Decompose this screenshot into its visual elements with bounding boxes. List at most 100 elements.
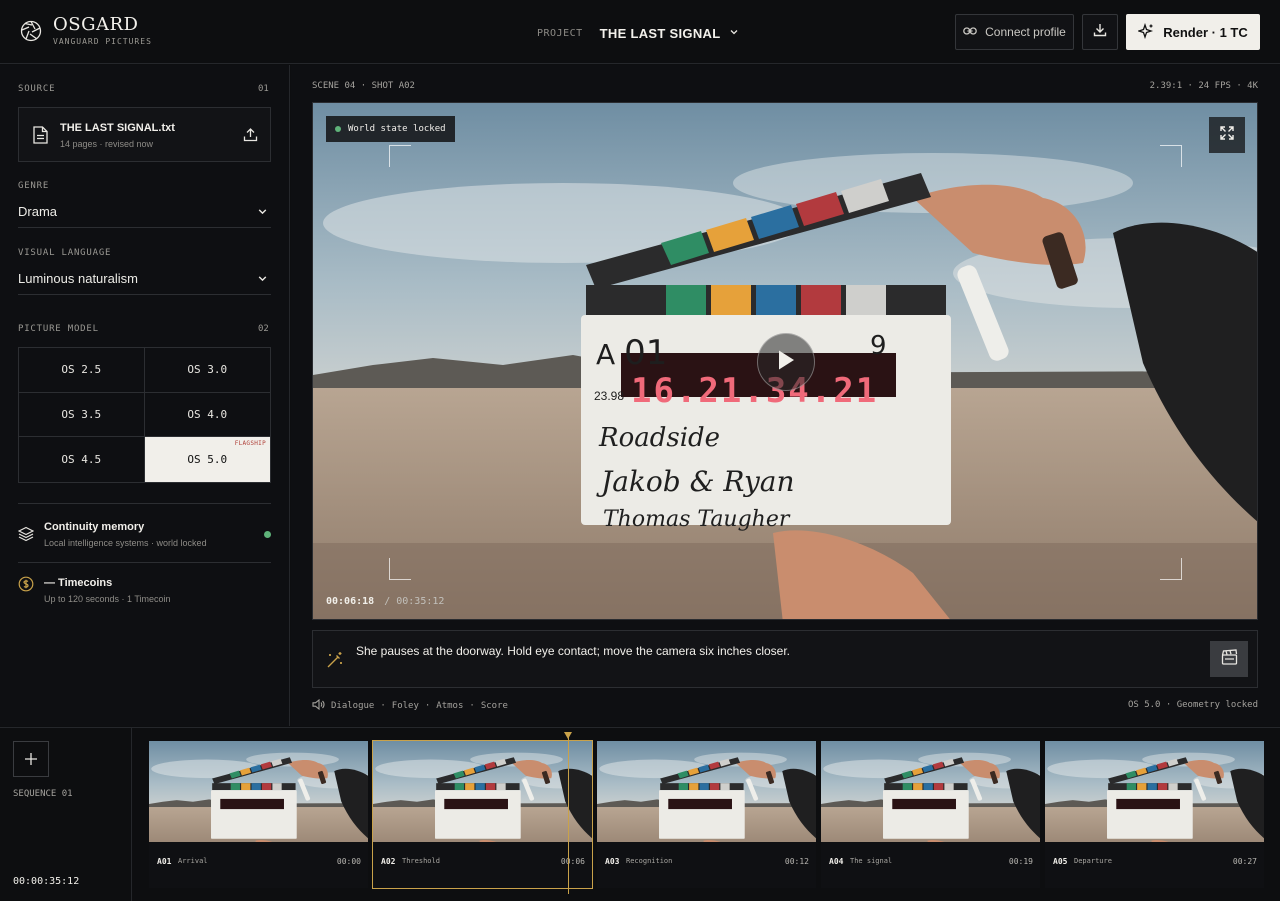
- frame-guide-corner: [1160, 558, 1182, 580]
- download-button[interactable]: [1082, 14, 1118, 50]
- video-viewer[interactable]: A 01 9 23.98 16.21.34.21 Roadside Jakob …: [312, 102, 1258, 620]
- clip-footer: A02 Threshold 00:06: [373, 842, 592, 888]
- visual-language-label: VISUAL LANGUAGE: [18, 248, 112, 258]
- clapper-roll: A: [596, 338, 616, 371]
- shot-prompt-input[interactable]: She pauses at the doorway. Hold eye cont…: [312, 630, 1258, 688]
- audio-track-foley[interactable]: Foley: [392, 701, 419, 711]
- link-icon: [963, 25, 977, 39]
- sequence-clip[interactable]: A05 Departure 00:27: [1045, 741, 1264, 888]
- speaker-icon: [312, 698, 325, 713]
- picture-model-label: PICTURE MODEL: [18, 324, 99, 334]
- sequence-sidebar: SEQUENCE 01 00:00:35:12: [0, 728, 132, 901]
- sparkle-icon: [1137, 22, 1154, 42]
- brand[interactable]: OSGARD VANGUARD PICTURES: [20, 15, 152, 46]
- sequence-total-time: 00:00:35:12: [13, 876, 80, 887]
- upload-icon[interactable]: [243, 127, 258, 147]
- audio-track-atmos[interactable]: Atmos: [436, 701, 463, 711]
- top-bar: OSGARD VANGUARD PICTURES PROJECT THE LAS…: [0, 0, 1280, 64]
- fullscreen-button[interactable]: [1209, 117, 1245, 153]
- model-option[interactable]: OS 4.0: [144, 393, 270, 438]
- clip-time: 00:12: [784, 857, 809, 866]
- timecoins-title: — Timecoins: [44, 577, 113, 589]
- chevron-down-icon: [257, 271, 268, 289]
- play-icon: [776, 349, 796, 376]
- frame-guide-corner: [1160, 145, 1182, 167]
- project-title: THE LAST SIGNAL: [599, 25, 721, 41]
- add-shot-button[interactable]: [13, 741, 49, 777]
- render-label: Render · 1 TC: [1163, 24, 1248, 40]
- clip-id: A04: [829, 857, 844, 866]
- playhead[interactable]: [564, 732, 572, 894]
- separator-dot: ·: [380, 701, 386, 711]
- clapperboard-icon: [1221, 648, 1238, 670]
- clip-footer: A01 Arrival 00:00: [149, 842, 368, 888]
- model-option[interactable]: OS 3.5: [19, 392, 145, 438]
- continuity-memory-subtitle: Local intelligence systems · world locke…: [44, 538, 207, 548]
- model-option-selected[interactable]: FLAGSHIP OS 5.0: [144, 437, 270, 482]
- format-specs: 2.39:1 · 24 FPS · 4K: [1149, 81, 1258, 91]
- separator-dot: ·: [424, 701, 431, 711]
- genre-select[interactable]: Drama: [18, 204, 271, 228]
- clip-time: 00:27: [1232, 857, 1257, 866]
- expand-icon: [1219, 125, 1235, 146]
- clip-footer: A03 Recognition 00:12: [597, 842, 816, 888]
- sequence-timeline: SEQUENCE 01 00:00:35:12 A01 Arrival 00:00 A…: [0, 727, 1280, 901]
- sequence-clip[interactable]: A03 Recognition 00:12: [597, 741, 816, 888]
- divider: [18, 562, 271, 563]
- chevron-down-icon: [257, 204, 268, 222]
- connect-profile-label: Connect profile: [985, 25, 1066, 39]
- playhead-handle-icon: [564, 732, 572, 739]
- project-label: PROJECT: [537, 27, 583, 39]
- clip-footer: A04 The signal 00:19: [821, 842, 1040, 888]
- model-option[interactable]: OS 4.5: [19, 437, 145, 482]
- clip-name: Arrival: [178, 857, 208, 865]
- audio-track-score[interactable]: Score: [481, 701, 508, 711]
- genre-label: GENRE: [18, 181, 50, 191]
- play-button[interactable]: [757, 333, 815, 391]
- clip-id: A02: [381, 857, 396, 866]
- download-icon: [1092, 22, 1108, 43]
- clip-thumbnail-image: [149, 741, 368, 862]
- clip-id: A03: [605, 857, 620, 866]
- status-dot-icon: [335, 126, 341, 132]
- clip-thumbnail-image: [1045, 741, 1264, 862]
- clapper-scene-text: A 01: [596, 333, 667, 373]
- separator-dot: ·: [469, 701, 475, 711]
- render-button[interactable]: Render · 1 TC: [1126, 14, 1260, 50]
- sequence-label: SEQUENCE 01: [13, 789, 73, 799]
- timecode-total: / 00:35:12: [384, 596, 445, 607]
- brand-name: OSGARD: [53, 14, 139, 35]
- model-option[interactable]: OS 2.5: [19, 348, 145, 393]
- sequence-clip[interactable]: A01 Arrival 00:00: [149, 741, 368, 888]
- source-section-label: SOURCE: [18, 84, 56, 94]
- brand-subtitle: VANGUARD PICTURES: [53, 37, 152, 46]
- flagship-badge: FLAGSHIP: [234, 440, 266, 448]
- clip-thumbnail-image: [597, 741, 816, 862]
- project-selector[interactable]: PROJECT THE LAST SIGNAL: [537, 24, 739, 42]
- settings-sidebar: SOURCE 01 THE LAST SIGNAL.txt 14 pages ·…: [0, 65, 290, 726]
- clip-thumbnail-image: [373, 741, 592, 862]
- model-option-selected-label: OS 5.0: [187, 453, 228, 467]
- visual-language-value: Luminous naturalism: [18, 271, 138, 286]
- visual-language-select[interactable]: Luminous naturalism: [18, 271, 271, 295]
- clip-time: 00:00: [336, 857, 361, 866]
- audio-tracks: Dialogue · Foley · Atmos · Score: [312, 698, 508, 713]
- sequence-clip[interactable]: A04 The signal 00:19: [821, 741, 1040, 888]
- sequence-clip[interactable]: A02 Threshold 00:06: [372, 740, 593, 889]
- timecode-current: 00:06:18: [326, 596, 375, 607]
- source-file-card[interactable]: THE LAST SIGNAL.txt 14 pages · revised n…: [18, 107, 271, 162]
- playback-timecode: 00:06:18 / 00:35:12: [326, 596, 444, 607]
- clapper-camera: Thomas Taugher: [603, 507, 790, 532]
- connect-profile-button[interactable]: Connect profile: [955, 14, 1074, 50]
- model-status: OS 5.0 · Geometry locked: [1127, 700, 1258, 710]
- audio-track-dialogue[interactable]: Dialogue: [331, 701, 374, 711]
- model-option[interactable]: OS 3.0: [144, 348, 270, 393]
- clip-name: The signal: [850, 857, 893, 865]
- document-icon: [33, 126, 48, 149]
- continuity-memory-title: Continuity memory: [44, 521, 145, 533]
- clapper-timecode: 16.21.34.21: [631, 371, 879, 411]
- world-state-label: World state locked: [348, 124, 446, 134]
- world-state-badge: World state locked: [326, 116, 455, 142]
- generate-shot-button[interactable]: [1210, 641, 1248, 677]
- clip-time: 00:06: [560, 857, 585, 866]
